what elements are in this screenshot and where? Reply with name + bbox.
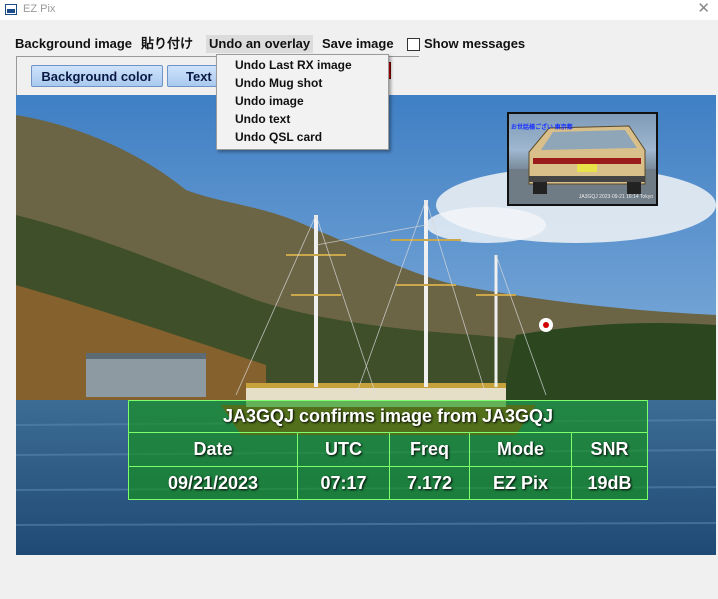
menu-save-image[interactable]: Save image <box>322 35 394 53</box>
qsl-header-snr: SNR <box>571 433 647 466</box>
overlay-timestamp: JA3GQJ 2023-09-21 16:14 Tokyo <box>578 194 653 200</box>
qsl-card[interactable]: JA3GQJ confirms image from JA3GQJ Date U… <box>128 400 648 500</box>
undo-overlay-menu: Undo Last RX image Undo Mug shot Undo im… <box>216 54 389 150</box>
menu-bar: Background image 貼り付け Undo an overlay Sa… <box>0 35 718 53</box>
overlay-caption: お世話様ござい 東京都 <box>511 125 573 131</box>
menu-undo-overlay[interactable]: Undo an overlay <box>206 35 314 53</box>
qsl-header-date: Date <box>193 439 233 459</box>
qsl-header-utc: UTC <box>297 433 389 466</box>
undo-last-rx-image-item[interactable]: Undo Last RX image <box>235 57 352 73</box>
show-messages-checkbox[interactable] <box>407 38 420 51</box>
title-bar: EZ Pix ✕ <box>0 0 718 20</box>
qsl-header-freq: Freq <box>389 433 469 466</box>
show-messages-label[interactable]: Show messages <box>424 35 525 53</box>
menu-paste[interactable]: 貼り付け <box>141 35 193 53</box>
qsl-value-utc: 07:17 <box>297 467 389 500</box>
app-icon <box>5 4 17 15</box>
qsl-header-mode: Mode <box>469 433 571 466</box>
qsl-value-row: 09/21/2023 07:17 7.172 EZ Pix 19dB <box>129 466 647 500</box>
received-image-overlay[interactable]: お世話様ござい 東京都 JA3GQJ 2023-09-21 16:14 Toky… <box>507 112 658 206</box>
qsl-header-row: Date UTC Freq Mode SNR <box>129 432 647 466</box>
qsl-title: JA3GQJ confirms image from JA3GQJ <box>222 406 554 426</box>
close-window-button[interactable]: ✕ <box>697 1 710 17</box>
undo-image-item[interactable]: Undo image <box>235 93 304 109</box>
qsl-value-snr: 19dB <box>571 467 647 500</box>
window-title: EZ Pix <box>23 3 56 15</box>
qsl-value-date: 09/21/2023 <box>167 473 259 493</box>
menu-background-image[interactable]: Background image <box>15 35 132 53</box>
qsl-value-freq: 7.172 <box>389 467 469 500</box>
qsl-value-mode: EZ Pix <box>469 467 571 500</box>
undo-qsl-card-item[interactable]: Undo QSL card <box>235 129 322 145</box>
undo-mug-shot-item[interactable]: Undo Mug shot <box>235 75 322 91</box>
background-color-button[interactable]: Background color <box>31 65 163 87</box>
undo-text-item[interactable]: Undo text <box>235 111 290 127</box>
